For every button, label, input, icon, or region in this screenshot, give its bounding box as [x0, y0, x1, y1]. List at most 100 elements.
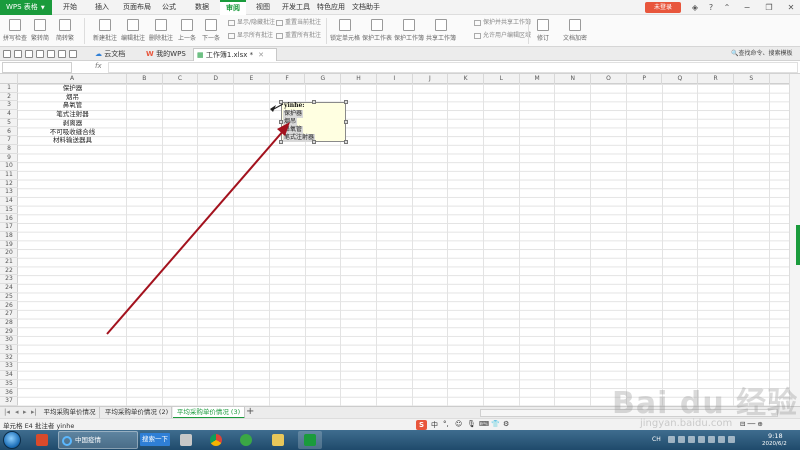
doc-tab-mywps[interactable]: W 我的WPS: [143, 48, 193, 61]
ribbon-button[interactable]: 繁转简: [28, 19, 52, 42]
dropdown-icon[interactable]: [69, 50, 77, 58]
select-all-corner[interactable]: [0, 74, 18, 84]
row-header[interactable]: 16: [0, 215, 18, 224]
close-icon[interactable]: ✕: [784, 0, 798, 15]
column-header[interactable]: S: [734, 74, 770, 84]
ribbon-small-button[interactable]: 重置所有批注: [276, 31, 321, 40]
last-sheet-icon[interactable]: ▸|: [31, 408, 37, 416]
ime-mode-icon[interactable]: 中: [431, 420, 438, 430]
column-header[interactable]: N: [555, 74, 592, 84]
menu-tab[interactable]: 数据: [188, 0, 216, 15]
app-menu-button[interactable]: WPS 表格 ▼: [0, 0, 52, 15]
menu-tab[interactable]: 公式: [155, 0, 183, 15]
row-header[interactable]: 18: [0, 232, 18, 241]
menu-tab[interactable]: 开始: [56, 0, 84, 15]
row-header[interactable]: 7: [0, 136, 18, 145]
network-icon[interactable]: [698, 436, 705, 443]
doc-tab-workbook[interactable]: ▦ 工作簿1.xlsx * ✕: [193, 48, 277, 61]
horizontal-scrollbar[interactable]: [480, 409, 778, 417]
ribbon-button[interactable]: 删除批注: [148, 19, 174, 42]
sogou-ime-icon[interactable]: S: [416, 420, 427, 430]
open-folder-icon[interactable]: [3, 50, 11, 58]
cell-a5[interactable]: 剥离器: [18, 119, 127, 128]
row-header[interactable]: 21: [0, 258, 18, 267]
taskbar-app[interactable]: [266, 431, 290, 449]
row-header[interactable]: 25: [0, 293, 18, 302]
skin-icon[interactable]: 👕: [491, 420, 500, 428]
resize-handle[interactable]: [312, 140, 316, 144]
row-header[interactable]: 10: [0, 162, 18, 171]
row-header[interactable]: 11: [0, 171, 18, 180]
print-icon[interactable]: [25, 50, 33, 58]
resize-handle[interactable]: [344, 100, 348, 104]
row-header[interactable]: 1: [0, 84, 18, 93]
ribbon-button[interactable]: 保护工作表: [362, 19, 392, 42]
row-header[interactable]: 23: [0, 275, 18, 285]
ribbon-collapse-icon[interactable]: ⌃: [720, 0, 734, 15]
resize-handle[interactable]: [279, 100, 283, 104]
settings-icon[interactable]: ⚙: [503, 420, 509, 428]
cell-a4[interactable]: 笔式注射器: [18, 110, 127, 119]
row-header[interactable]: 8: [0, 145, 18, 154]
row-header[interactable]: 33: [0, 362, 18, 372]
row-header[interactable]: 13: [0, 188, 18, 198]
taskbar-app-wps-sheet[interactable]: [298, 431, 322, 449]
resize-handle[interactable]: [312, 100, 316, 104]
language-indicator[interactable]: CH: [652, 436, 661, 443]
column-header[interactable]: D: [198, 74, 235, 84]
row-header[interactable]: 9: [0, 154, 18, 163]
row-header[interactable]: 32: [0, 354, 18, 363]
redo-icon[interactable]: [58, 50, 66, 58]
ribbon-button[interactable]: 新建批注: [92, 19, 118, 42]
clock-time[interactable]: 9:18: [768, 432, 783, 440]
formula-input[interactable]: [108, 62, 798, 73]
row-header[interactable]: 5: [0, 119, 18, 128]
row-header[interactable]: 4: [0, 110, 18, 119]
print-preview-icon[interactable]: [36, 50, 44, 58]
ribbon-small-button[interactable]: 显示/隐藏批注: [228, 18, 275, 27]
row-header[interactable]: 29: [0, 328, 18, 337]
clock-date[interactable]: 2020/6/2: [762, 441, 787, 447]
ribbon-button[interactable]: 锁定单元格: [330, 19, 360, 42]
tray-icon[interactable]: [718, 436, 725, 443]
cell-a7[interactable]: 材料输送器具: [18, 136, 127, 145]
command-search[interactable]: 🔍查找命令、搜索模板: [731, 49, 800, 59]
menu-tab[interactable]: 审阅: [220, 0, 246, 15]
column-header[interactable]: G: [306, 74, 342, 84]
column-header[interactable]: E: [234, 74, 270, 84]
row-header[interactable]: 19: [0, 241, 18, 250]
ribbon-button[interactable]: 文档加密: [560, 19, 590, 42]
row-header[interactable]: 24: [0, 284, 18, 293]
add-sheet-button[interactable]: +: [246, 406, 254, 417]
menu-tab[interactable]: 特色应用: [315, 0, 347, 15]
row-header[interactable]: 3: [0, 101, 18, 111]
row-header[interactable]: 37: [0, 397, 18, 406]
tray-icon[interactable]: [728, 436, 735, 443]
column-header[interactable]: M: [520, 74, 556, 84]
menu-tab[interactable]: 视图: [250, 0, 276, 15]
tray-icon[interactable]: [668, 436, 675, 443]
cell-a1[interactable]: 保护器: [18, 84, 127, 93]
column-header[interactable]: K: [448, 74, 484, 84]
name-box[interactable]: [2, 62, 72, 73]
next-sheet-icon[interactable]: ▸: [23, 408, 27, 416]
row-header[interactable]: 35: [0, 380, 18, 389]
row-header[interactable]: 36: [0, 389, 18, 398]
ribbon-small-button[interactable]: 重置当前批注: [276, 18, 321, 27]
row-header[interactable]: 6: [0, 128, 18, 137]
column-header[interactable]: C: [163, 74, 199, 84]
column-header[interactable]: O: [591, 74, 627, 84]
first-sheet-icon[interactable]: |◂: [4, 408, 10, 416]
save-icon[interactable]: [14, 50, 22, 58]
menu-tab[interactable]: 插入: [88, 0, 116, 15]
login-button[interactable]: 未登录: [645, 2, 681, 13]
resize-handle[interactable]: [344, 120, 348, 124]
row-header[interactable]: 15: [0, 206, 18, 215]
row-header[interactable]: 2: [0, 93, 18, 102]
row-header[interactable]: 12: [0, 180, 18, 189]
menu-tab[interactable]: 文档助手: [350, 0, 382, 15]
column-header[interactable]: I: [377, 74, 413, 84]
menu-tab[interactable]: 页面布局: [120, 0, 154, 15]
taskbar-app[interactable]: [174, 431, 198, 449]
column-header[interactable]: B: [127, 74, 163, 84]
